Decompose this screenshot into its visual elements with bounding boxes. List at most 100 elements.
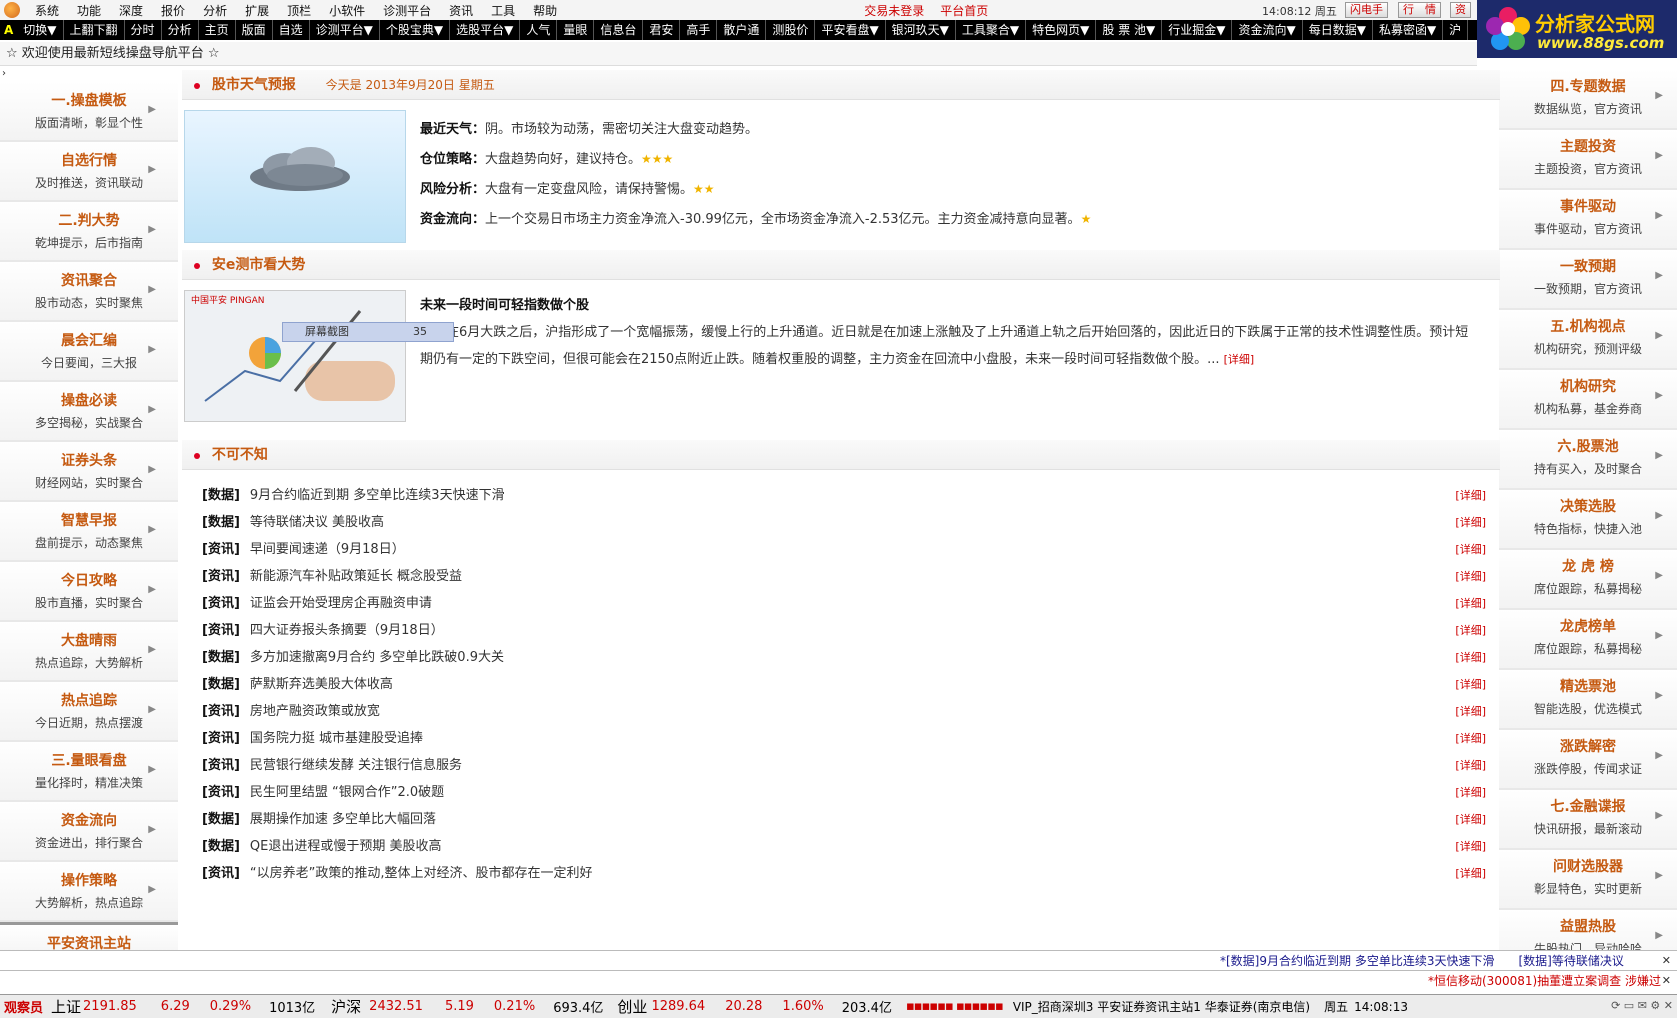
- toolbar-item[interactable]: 平安看盘▼: [815, 20, 886, 40]
- close-icon[interactable]: ✕: [1662, 971, 1671, 991]
- news-row[interactable]: [资讯] 新能源汽车补贴政策延长 概念股受益 [详细]: [182, 563, 1500, 590]
- right-nav-item[interactable]: 精选票池 智能选股，优选模式 ▶: [1499, 670, 1677, 730]
- detail-link[interactable]: [详细]: [1455, 698, 1486, 725]
- detail-link[interactable]: [详细]: [1455, 779, 1486, 806]
- alert-text[interactable]: *恒信移动(300081)抽董遭立案调查 涉嫌过: [1428, 971, 1661, 991]
- analysis-more-link[interactable]: [详细]: [1224, 353, 1255, 366]
- menu-item[interactable]: 小软件: [320, 2, 374, 19]
- right-nav-item[interactable]: 主题投资 主题投资，官方资讯 ▶: [1499, 130, 1677, 190]
- flash-button[interactable]: 闪电手: [1345, 2, 1388, 18]
- left-nav-item[interactable]: 操作策略 大势解析，热点追踪 ▶: [0, 862, 178, 922]
- detail-link[interactable]: [详细]: [1455, 482, 1486, 509]
- left-nav-item[interactable]: 证券头条 财经网站，实时聚合 ▶: [0, 442, 178, 502]
- toolbar-item[interactable]: 测股价: [766, 20, 816, 40]
- news-row[interactable]: [数据] 多方加速撤离9月合约 多空单比跌破0.9大关 [详细]: [182, 644, 1500, 671]
- menu-item[interactable]: 深度: [110, 2, 152, 19]
- news-row[interactable]: [资讯] 房地产融资政策或放宽 [详细]: [182, 698, 1500, 725]
- left-nav-item[interactable]: 三.量眼看盘 量化择时，精准决策 ▶: [0, 742, 178, 802]
- right-nav-item[interactable]: 问财选股器 彰显特色，实时更新 ▶: [1499, 850, 1677, 910]
- quote-button[interactable]: 行 情: [1398, 2, 1441, 18]
- right-nav-item[interactable]: 益盟热股 牛股热门，异动哈哈 ▶: [1499, 910, 1677, 950]
- menu-item[interactable]: 诊测平台: [374, 2, 440, 19]
- detail-link[interactable]: [详细]: [1455, 590, 1486, 617]
- toolbar-item[interactable]: 每日数据▼: [1303, 20, 1373, 40]
- detail-link[interactable]: [详细]: [1455, 833, 1486, 860]
- detail-link[interactable]: [详细]: [1455, 860, 1486, 887]
- news-row[interactable]: [资讯] 国务院力挺 城市基建股受追捧 [详细]: [182, 725, 1500, 752]
- tray-icons[interactable]: ⟳ ▭ ✉ ⚙ ✕: [1611, 999, 1673, 1012]
- menu-item[interactable]: 顶栏: [278, 2, 320, 19]
- news-title[interactable]: 证监会开始受理房企再融资申请: [250, 596, 432, 611]
- right-nav-item[interactable]: 机构研究 机构私募，基金券商 ▶: [1499, 370, 1677, 430]
- right-nav-item[interactable]: 七.金融谍报 快讯研报，最新滚动 ▶: [1499, 790, 1677, 850]
- news-title[interactable]: 等待联储决议 美股收高: [250, 515, 384, 530]
- news-row[interactable]: [数据] QE退出进程或慢于预期 美股收高 [详细]: [182, 833, 1500, 860]
- login-status[interactable]: 交易未登录: [856, 2, 932, 19]
- detail-link[interactable]: [详细]: [1455, 617, 1486, 644]
- left-nav-item[interactable]: 今日攻略 股市直播，实时聚合 ▶: [0, 562, 178, 622]
- menu-item[interactable]: 资讯: [440, 2, 482, 19]
- detail-link[interactable]: [详细]: [1455, 563, 1486, 590]
- app-icon[interactable]: [4, 2, 20, 18]
- news-title[interactable]: 萨默斯弃选美股大体收高: [250, 677, 393, 692]
- right-nav-item[interactable]: 六.股票池 持有买入，及时聚合 ▶: [1499, 430, 1677, 490]
- info-button[interactable]: 资: [1450, 2, 1471, 18]
- toolbar-item[interactable]: 自选: [273, 20, 310, 40]
- observer-label[interactable]: 观察员: [0, 997, 47, 1016]
- detail-link[interactable]: [详细]: [1455, 752, 1486, 779]
- ticker-text[interactable]: *[数据]9月合约临近到期 多空单比连续3天快速下滑 [数据]等待联储决议: [1220, 951, 1624, 971]
- toolbar-item[interactable]: 银河玖天▼: [886, 20, 956, 40]
- toolbar-item[interactable]: 高手: [680, 20, 718, 40]
- news-row[interactable]: [数据] 展期操作加速 多空单比大幅回落 [详细]: [182, 806, 1500, 833]
- right-nav-item[interactable]: 龙虎榜单 席位跟踪，私募揭秘 ▶: [1499, 610, 1677, 670]
- toolbar-item[interactable]: 工具聚合▼: [956, 20, 1027, 40]
- menu-item[interactable]: 工具: [482, 2, 524, 19]
- server-info[interactable]: VIP_招商深圳3 平安证券资讯主站1 华泰证券(南京电信): [1013, 998, 1310, 1015]
- news-row[interactable]: [资讯] 民营银行继续发酵 关注银行信息服务 [详细]: [182, 752, 1500, 779]
- news-title[interactable]: 9月合约临近到期 多空单比连续3天快速下滑: [250, 488, 505, 503]
- news-title[interactable]: 房地产融资政策或放宽: [250, 704, 380, 719]
- analysis-headline[interactable]: 未来一段时间可轻指数做个股: [420, 294, 1480, 313]
- left-nav-item[interactable]: 自选行情 及时推送，资讯联动 ▶: [0, 142, 178, 202]
- right-nav-item[interactable]: 一致预期 一致预期，官方资讯 ▶: [1499, 250, 1677, 310]
- toolbar-item[interactable]: 行业掘金▼: [1162, 20, 1233, 40]
- news-row[interactable]: [资讯] 民生阿里结盟 “银网合作”2.0破题 [详细]: [182, 779, 1500, 806]
- expand-chevron-icon[interactable]: ›: [2, 68, 6, 79]
- news-row[interactable]: [资讯] 证监会开始受理房企再融资申请 [详细]: [182, 590, 1500, 617]
- toolbar-a-icon[interactable]: A: [0, 23, 17, 37]
- detail-link[interactable]: [详细]: [1455, 644, 1486, 671]
- news-row[interactable]: [资讯] “以房养老”政策的推动,整体上对经济、股市都存在一定利好 [详细]: [182, 860, 1500, 887]
- close-icon[interactable]: ✕: [1662, 951, 1671, 971]
- news-row[interactable]: [数据] 萨默斯弃选美股大体收高 [详细]: [182, 671, 1500, 698]
- toolbar-item[interactable]: 人气: [520, 20, 558, 40]
- left-nav-item[interactable]: 平安资讯主站: [0, 922, 178, 952]
- toolbar-item[interactable]: 选股平台▼: [450, 20, 521, 40]
- news-title[interactable]: 民生阿里结盟 “银网合作”2.0破题: [250, 785, 444, 800]
- news-title[interactable]: 民营银行继续发酵 关注银行信息服务: [250, 758, 462, 773]
- menu-item[interactable]: 功能: [68, 2, 110, 19]
- toolbar-item[interactable]: 分时: [125, 20, 162, 40]
- toolbar-item[interactable]: 版面: [236, 20, 273, 40]
- right-nav-item[interactable]: 龙 虎 榜席位跟踪，私募揭秘 ▶: [1499, 550, 1677, 610]
- news-title[interactable]: 国务院力挺 城市基建股受追捧: [250, 731, 423, 746]
- detail-link[interactable]: [详细]: [1455, 725, 1486, 752]
- right-nav-item[interactable]: 事件驱动 事件驱动，官方资讯 ▶: [1499, 190, 1677, 250]
- right-nav-item[interactable]: 决策选股 特色指标，快捷入池 ▶: [1499, 490, 1677, 550]
- detail-link[interactable]: [详细]: [1455, 509, 1486, 536]
- menu-item[interactable]: 帮助: [524, 2, 566, 19]
- menu-item[interactable]: 报价: [152, 2, 194, 19]
- right-nav-item[interactable]: 涨跌解密 涨跌停股，传闻求证 ▶: [1499, 730, 1677, 790]
- news-row[interactable]: [数据] 9月合约临近到期 多空单比连续3天快速下滑 [详细]: [182, 482, 1500, 509]
- toolbar-item[interactable]: 上翻下翻: [64, 20, 125, 40]
- left-nav-item[interactable]: 一.操盘模板 版面清晰，彰显个性 ▶: [0, 82, 178, 142]
- toolbar-item[interactable]: 特色网页▼: [1026, 20, 1097, 40]
- news-title[interactable]: 四大证券报头条摘要（9月18日）: [250, 623, 444, 638]
- menu-item[interactable]: 扩展: [236, 2, 278, 19]
- detail-link[interactable]: [详细]: [1455, 536, 1486, 563]
- toolbar-item[interactable]: 个股宝典▼: [380, 20, 451, 40]
- toolbar-item[interactable]: 信息台: [594, 20, 644, 40]
- toolbar-item[interactable]: 主页: [199, 20, 236, 40]
- right-nav-item[interactable]: 五.机构视点 机构研究，预测评级 ▶: [1499, 310, 1677, 370]
- toolbar-item[interactable]: 散户通: [717, 20, 767, 40]
- toolbar-item[interactable]: 诊测平台▼: [310, 20, 380, 40]
